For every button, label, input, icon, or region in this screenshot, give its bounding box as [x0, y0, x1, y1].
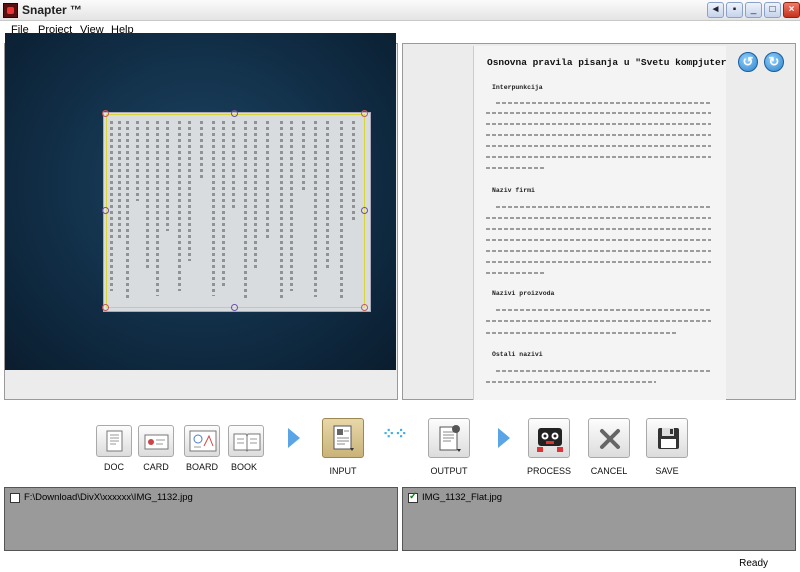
crop-handle[interactable]: [102, 304, 109, 311]
crop-handle[interactable]: [102, 207, 109, 214]
section-heading: Interpunkcija: [492, 84, 543, 91]
app-icon: [3, 3, 18, 18]
list-item[interactable]: F:\Download\DivX\xxxxxx\IMG_1132.jpg: [10, 492, 398, 504]
rotate-left-icon[interactable]: ↺: [738, 52, 758, 72]
section-heading: Ostali nazivi: [492, 351, 543, 358]
status-text: Ready: [739, 558, 768, 569]
maximize-button[interactable]: □: [764, 2, 781, 18]
nav-forward-icon[interactable]: ▪: [726, 2, 743, 18]
input-document-icon: [333, 425, 354, 451]
crop-handle[interactable]: [361, 304, 368, 311]
title-bar: Snapter ™ ◄ ▪ _ □ ×: [0, 0, 800, 21]
document-icon: [106, 430, 123, 452]
crop-handle[interactable]: [361, 110, 368, 117]
process-button[interactable]: [528, 418, 570, 458]
cancel-label: CANCEL: [590, 466, 628, 476]
section-heading: Nazivi proizvoda: [492, 290, 555, 297]
section-heading: Naziv firmi: [492, 187, 535, 194]
card-icon: [144, 434, 169, 450]
document-title: Osnovna pravila pisanja u "Svetu kompjut…: [487, 57, 726, 68]
crop-handle[interactable]: [102, 110, 109, 117]
output-file-path: IMG_1132_Flat.jpg: [422, 492, 503, 503]
crop-handle[interactable]: [231, 110, 238, 117]
rotate-right-icon[interactable]: ↻: [764, 52, 784, 72]
floppy-disk-icon: [658, 428, 679, 449]
input-file-checkbox[interactable]: [10, 493, 20, 503]
crop-handle[interactable]: [361, 207, 368, 214]
transform-dots-icon: ⁘⁘: [382, 426, 408, 443]
output-document-icon: [439, 425, 461, 452]
book-mode-label: BOOK: [230, 462, 257, 472]
output-file-checkbox[interactable]: [408, 491, 418, 503]
window-title: Snapter ™: [22, 3, 83, 17]
book-mode-button[interactable]: [228, 425, 264, 457]
input-photo[interactable]: [5, 33, 396, 370]
doc-mode-button[interactable]: [96, 425, 132, 457]
list-item[interactable]: IMG_1132_Flat.jpg: [408, 491, 796, 504]
save-label: SAVE: [655, 466, 679, 476]
input-file-list[interactable]: F:\Download\DivX\xxxxxx\IMG_1132.jpg: [4, 487, 398, 551]
input-label: INPUT: [329, 466, 357, 476]
input-button[interactable]: [322, 418, 364, 458]
output-document[interactable]: Osnovna pravila pisanja u "Svetu kompjut…: [473, 46, 726, 400]
output-file-list[interactable]: IMG_1132_Flat.jpg: [402, 487, 796, 551]
robot-icon: [537, 428, 563, 452]
output-label: OUTPUT: [430, 466, 468, 476]
snapter-window: Snapter ™ ◄ ▪ _ □ × File Project View He…: [0, 0, 800, 572]
cancel-button[interactable]: [588, 418, 630, 458]
crop-handle[interactable]: [231, 304, 238, 311]
nav-back-icon[interactable]: ◄: [707, 2, 724, 18]
process-label: PROCESS: [526, 466, 571, 476]
output-button[interactable]: [428, 418, 470, 458]
board-mode-button[interactable]: [184, 425, 220, 457]
input-file-path: F:\Download\DivX\xxxxxx\IMG_1132.jpg: [24, 492, 193, 503]
crop-guide[interactable]: [106, 114, 365, 308]
book-icon: [233, 433, 261, 452]
flow-arrow-icon: [288, 428, 300, 448]
save-button[interactable]: [646, 418, 688, 458]
flow-arrow-icon: [498, 428, 510, 448]
card-mode-button[interactable]: [138, 425, 174, 457]
close-button[interactable]: ×: [783, 2, 800, 18]
minimize-button[interactable]: _: [745, 2, 762, 18]
cancel-x-icon: [600, 429, 620, 449]
board-icon: [189, 430, 217, 452]
